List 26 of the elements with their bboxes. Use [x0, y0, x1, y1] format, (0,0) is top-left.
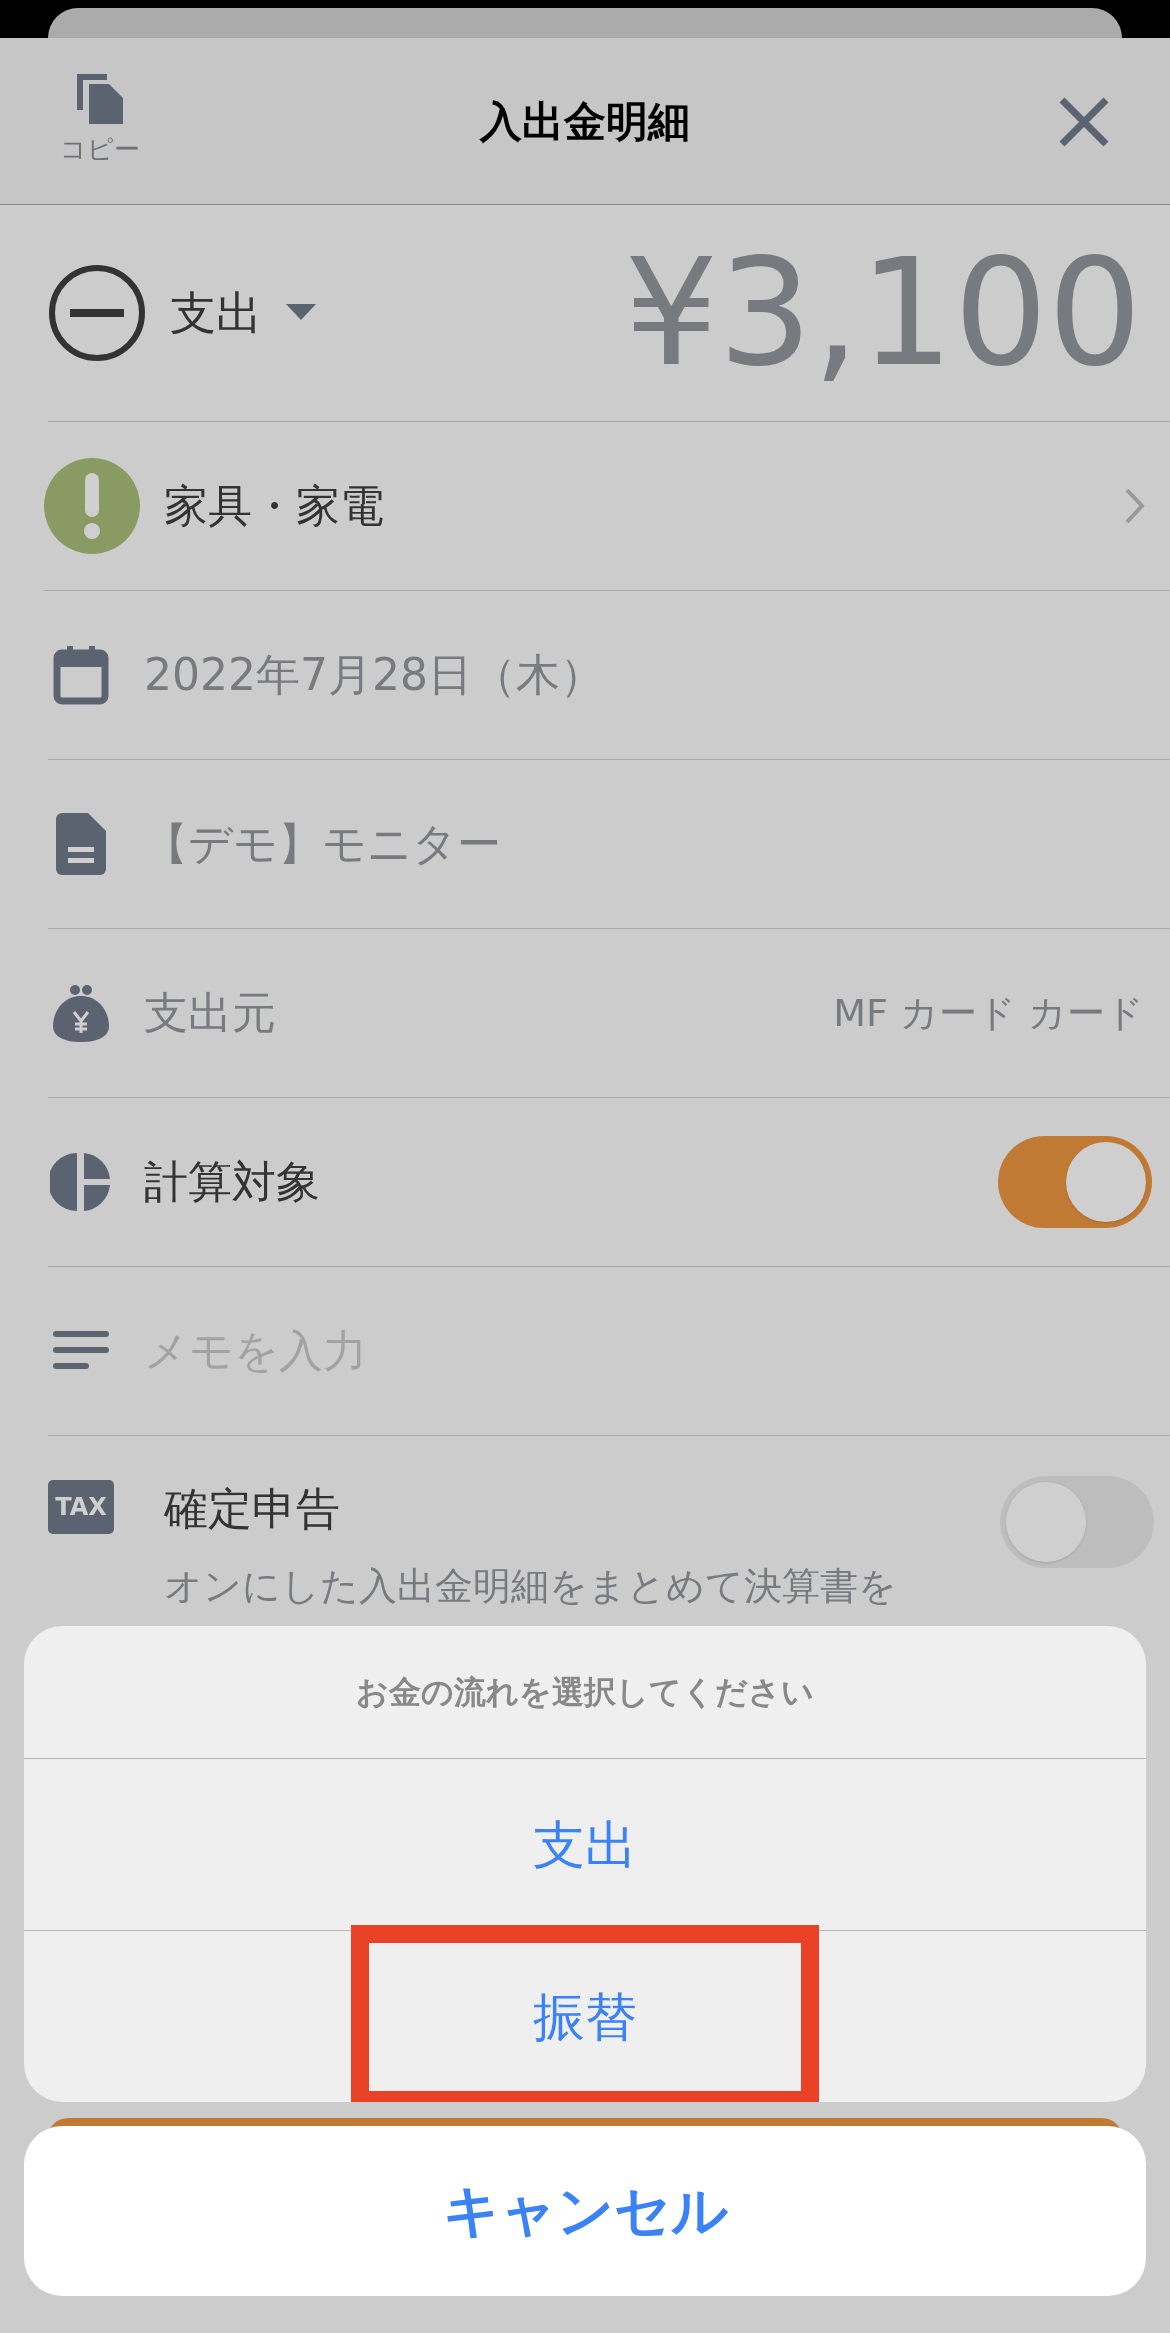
tax-badge: TAX [48, 1480, 114, 1534]
calendar-icon [53, 645, 109, 705]
source-value[interactable]: MF カード カード [833, 984, 1144, 1042]
type-dropdown[interactable]: 支出 [170, 278, 316, 348]
pie-chart-icon [50, 1151, 112, 1213]
close-icon[interactable] [1058, 96, 1110, 148]
amount-value[interactable]: ¥3,100 [624, 239, 1142, 387]
window-title: 入出金明細 [480, 95, 690, 148]
document-icon [56, 813, 106, 875]
minus-circle-icon[interactable] [48, 264, 146, 362]
text-lines-icon [53, 1331, 109, 1371]
chevron-right-icon[interactable] [1124, 487, 1146, 525]
tax-description: オンにした入出金明細をまとめて決算書を [164, 1563, 898, 1610]
copy-button[interactable]: コピー [60, 74, 140, 169]
category-label[interactable]: 家具・家電 [164, 473, 384, 539]
sheet-title: お金の流れを選択してください [355, 1672, 815, 1713]
date-label[interactable]: 2022年7月28日（木） [144, 642, 604, 708]
source-label: 支出元 [144, 986, 276, 1040]
copy-icon [77, 74, 123, 124]
tax-label: 確定申告 [164, 1482, 341, 1536]
content-label[interactable]: 【デモ】モニター [144, 811, 501, 877]
cancel-button[interactable]: キャンセル [24, 2126, 1146, 2296]
coin-purse-icon [53, 984, 109, 1042]
option-button[interactable]: 振替 [351, 1924, 819, 2102]
toggle-label: 計算対象 [144, 1155, 320, 1209]
caret-icon [286, 304, 316, 322]
